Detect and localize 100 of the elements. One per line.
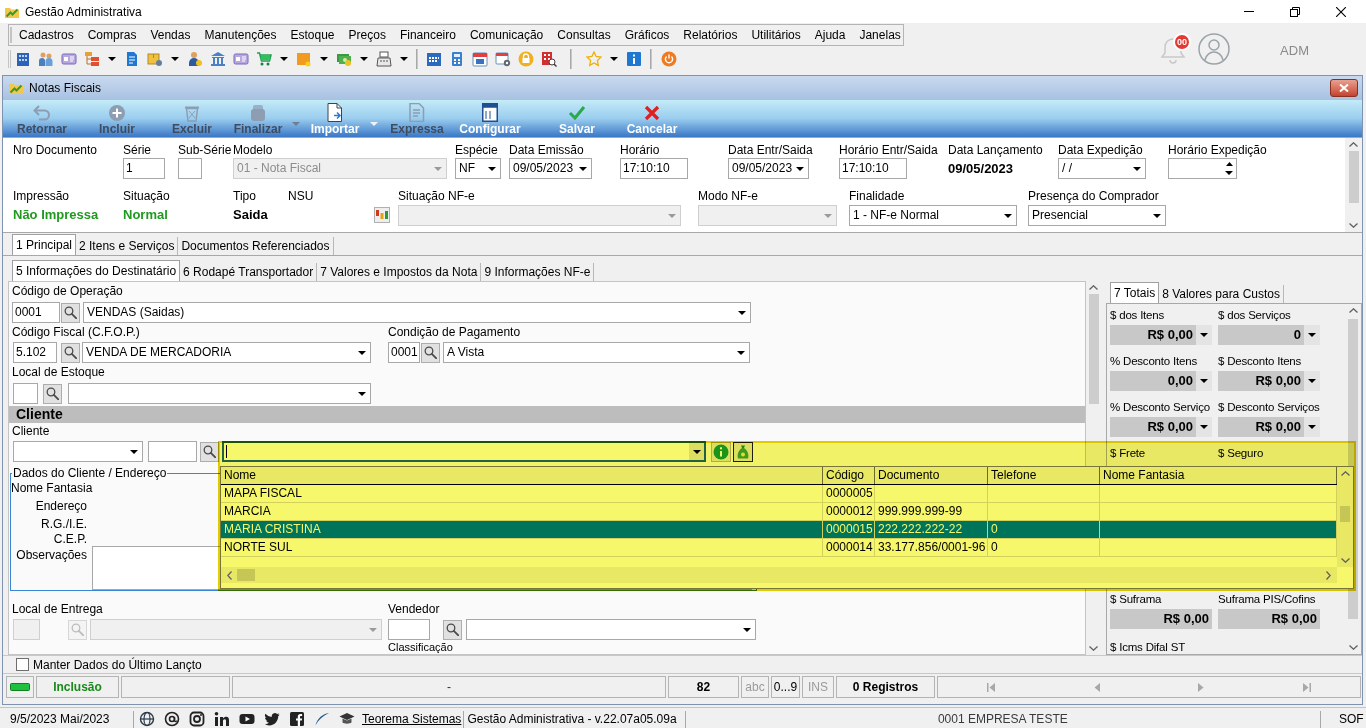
text-field[interactable] — [178, 158, 202, 179]
search-button[interactable] — [421, 342, 440, 363]
menu-item[interactable]: Vendas — [143, 25, 198, 45]
vertical-scrollbar[interactable] — [1337, 467, 1353, 567]
chevron-down-icon[interactable] — [1089, 646, 1098, 651]
checkbox[interactable] — [16, 658, 29, 671]
menu-item[interactable]: Manutenções — [197, 25, 284, 45]
table-row[interactable]: NORTE SUL 0000014 33.177.856/0001-96 0 — [221, 539, 1337, 557]
column-header[interactable]: Nome — [221, 467, 823, 484]
chevron-down-icon[interactable] — [1348, 645, 1358, 650]
person-coin-icon[interactable] — [186, 51, 203, 67]
people-icon[interactable] — [37, 51, 54, 67]
facebook-icon[interactable] — [288, 711, 305, 727]
linkedin-icon[interactable] — [213, 711, 230, 727]
text-field[interactable]: 1 — [123, 158, 165, 179]
swoosh-icon[interactable] — [313, 711, 330, 727]
box-gear-icon[interactable] — [146, 51, 163, 67]
tab[interactable]: 7 Totais — [1110, 282, 1160, 303]
vertical-scrollbar[interactable] — [1345, 138, 1362, 232]
chevron-up-icon[interactable] — [1089, 285, 1098, 290]
dropdown[interactable] — [13, 441, 143, 462]
instagram-icon[interactable] — [188, 711, 205, 727]
column-header[interactable]: Telefone — [988, 467, 1100, 484]
caret-down-icon[interactable] — [319, 57, 328, 61]
mortarboard-icon[interactable] — [338, 711, 355, 727]
caret-down-icon[interactable] — [359, 57, 368, 61]
menu-item[interactable]: Relatórios — [676, 25, 745, 45]
text-field[interactable] — [388, 619, 430, 640]
value-dropdown[interactable]: 0 — [1218, 325, 1320, 345]
cart-icon[interactable] — [255, 51, 272, 67]
at-sign-icon[interactable] — [163, 711, 180, 727]
text-field[interactable] — [148, 441, 197, 462]
text-field[interactable]: 0001 — [12, 302, 60, 323]
text-field[interactable]: 17:10:10 — [839, 158, 907, 179]
dropdown[interactable]: Presencial — [1028, 205, 1166, 226]
search-button[interactable] — [61, 302, 80, 323]
chevron-up-icon[interactable] — [1349, 142, 1358, 147]
bank-icon[interactable] — [209, 51, 226, 67]
value-dropdown[interactable]: R$ 0,00 — [1110, 325, 1212, 345]
value-dropdown[interactable]: 0,00 — [1110, 371, 1212, 391]
menu-item[interactable]: Utilitários — [744, 25, 808, 45]
caret-down-icon[interactable] — [1225, 171, 1233, 176]
banknotes-icon[interactable] — [335, 51, 352, 67]
text-field[interactable]: 5.102 — [13, 342, 57, 363]
nsu-button[interactable] — [373, 206, 391, 224]
column-header[interactable]: Código — [823, 467, 875, 484]
menu-item[interactable]: Comunicação — [462, 25, 551, 45]
menu-item[interactable]: Ajuda — [807, 25, 853, 45]
calendar-grid-icon[interactable] — [425, 51, 442, 67]
dropdown[interactable]: 09/05/2023 — [509, 158, 592, 179]
dropdown[interactable]: / / — [1058, 158, 1146, 179]
building-search-icon[interactable] — [540, 51, 557, 67]
close-button[interactable] — [1330, 79, 1358, 97]
scrollbar-thumb[interactable] — [237, 569, 255, 581]
table-row[interactable]: MARIA CRISTINA 0000015 222.222.222-22 0 — [221, 521, 1337, 539]
tab[interactable]: Documentos Referenciados — [178, 237, 334, 255]
dropdown[interactable]: 09/05/2023 — [728, 158, 809, 179]
tab[interactable]: 1 Principal — [12, 234, 77, 255]
globe-icon[interactable] — [138, 711, 155, 727]
menu-item[interactable]: Cadastros — [12, 25, 81, 45]
building-icon[interactable] — [14, 51, 31, 67]
caret-down-icon[interactable] — [279, 57, 288, 61]
calendar-gear-icon[interactable] — [494, 51, 511, 67]
text-field[interactable] — [13, 619, 40, 640]
dropdown[interactable]: VENDA DE MERCADORIA — [82, 342, 371, 363]
dropdown[interactable]: 1 - NF-e Normal — [849, 205, 1017, 226]
text-field[interactable] — [13, 383, 38, 404]
scrollbar-thumb[interactable] — [1340, 506, 1350, 522]
menu-item[interactable]: Consultas — [550, 25, 618, 45]
power-icon[interactable] — [660, 51, 677, 67]
value-dropdown[interactable]: R$ 0,00 — [1218, 371, 1320, 391]
chevron-left-icon[interactable] — [227, 570, 232, 580]
hierarchy-icon[interactable] — [83, 51, 100, 67]
chevron-right-icon[interactable] — [1326, 570, 1331, 580]
scrollbar-thumb[interactable] — [1348, 151, 1359, 203]
calendar-icon[interactable] — [471, 51, 488, 67]
website-link[interactable]: Teorema Sistemas — [362, 710, 462, 728]
caret-down-icon[interactable] — [170, 57, 179, 61]
chevron-down-icon[interactable] — [1340, 558, 1350, 563]
star-icon[interactable] — [585, 51, 602, 67]
caret-down-icon[interactable] — [399, 57, 408, 61]
dropdown[interactable]: A Vista — [443, 342, 750, 363]
caret-down-icon[interactable] — [609, 57, 618, 61]
menu-item[interactable]: Janelas — [852, 25, 908, 45]
caret-down-icon[interactable] — [107, 57, 116, 61]
search-button[interactable] — [43, 383, 62, 404]
menu-item[interactable]: Gráficos — [617, 25, 677, 45]
search-button[interactable] — [443, 619, 462, 640]
menu-item[interactable]: Financeiro — [392, 25, 463, 45]
dropdown[interactable]: VENDAS (Saidas) — [83, 302, 751, 323]
info-icon[interactable] — [625, 51, 642, 67]
id-card-icon[interactable] — [232, 51, 249, 67]
text-field[interactable]: 0001 — [388, 342, 420, 363]
chevron-down-icon[interactable] — [1349, 223, 1358, 228]
dropdown[interactable]: NF — [455, 158, 501, 179]
text-field[interactable]: 17:10:10 — [620, 158, 688, 179]
twitter-icon[interactable] — [263, 711, 280, 727]
chevron-up-icon[interactable] — [1348, 308, 1358, 313]
scrollbar-thumb[interactable] — [1088, 294, 1099, 404]
horizontal-scrollbar[interactable] — [221, 567, 1337, 583]
